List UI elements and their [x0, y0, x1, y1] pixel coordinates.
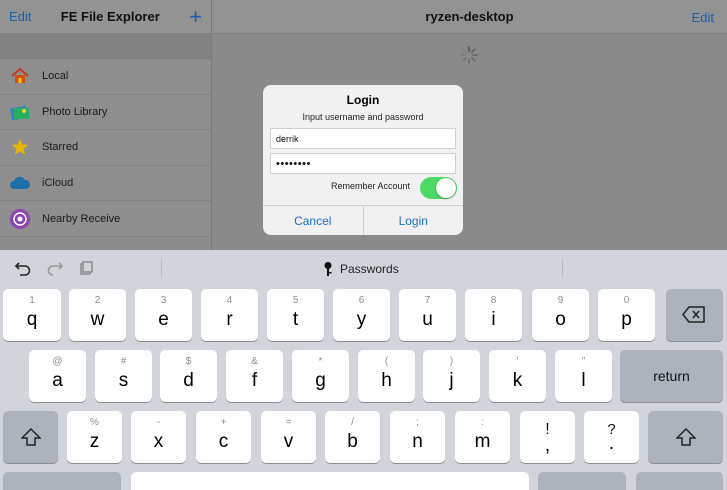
- star-icon: [9, 136, 31, 158]
- key-y[interactable]: 6y: [333, 289, 390, 341]
- numbers-key[interactable]: [3, 472, 121, 490]
- cancel-button[interactable]: Cancel: [263, 206, 364, 235]
- photo-library-icon: [9, 101, 31, 123]
- login-dialog: Login Input username and password derrik…: [263, 85, 463, 235]
- key-d[interactable]: $ d: [160, 350, 217, 402]
- key-o[interactable]: 9o: [532, 289, 589, 341]
- sidebar-item-label: Starred: [42, 141, 79, 154]
- hide-keyboard-key[interactable]: [636, 472, 723, 490]
- sidebar-item-local[interactable]: Local: [0, 59, 211, 95]
- keyboard-shortcut-bar: Passwords: [0, 250, 727, 286]
- key-icon: [324, 262, 332, 276]
- key-u[interactable]: 7u: [399, 289, 456, 341]
- return-label: return: [653, 368, 690, 384]
- key-z[interactable]: % z: [67, 411, 122, 463]
- key-p[interactable]: 0p: [598, 289, 655, 341]
- key-h[interactable]: (h: [358, 350, 415, 402]
- space-key[interactable]: [131, 472, 529, 490]
- backspace-icon: [682, 306, 705, 323]
- sidebar-item-label: Nearby Receive: [42, 212, 121, 225]
- toggle-knob: [436, 178, 456, 198]
- dialog-buttons: Cancel Login: [263, 205, 463, 235]
- numbers-key-right[interactable]: [538, 472, 626, 490]
- keyboard: Passwords 1q 2w 3e 4r 5t 6y 7u 8i 9o 0p …: [0, 250, 727, 490]
- key-e[interactable]: 3e: [135, 289, 192, 341]
- main-header: ryzen-desktop Edit: [212, 0, 727, 34]
- key-a[interactable]: @ a: [29, 350, 86, 402]
- app-title: FE File Explorer: [60, 9, 160, 24]
- key-comma[interactable]: !,: [520, 411, 575, 463]
- key-l[interactable]: " l: [555, 350, 612, 402]
- key-q[interactable]: 1q: [3, 289, 61, 341]
- redo-icon[interactable]: [46, 260, 64, 276]
- sidebar-item-nearby-receive[interactable]: Nearby Receive: [0, 201, 211, 237]
- dialog-message: Input username and password: [302, 112, 424, 122]
- backspace-key[interactable]: [666, 289, 723, 341]
- key-b[interactable]: / b: [325, 411, 380, 463]
- sidebar: Edit FE File Explorer + Local Photo Libr…: [0, 0, 212, 250]
- username-field[interactable]: derrik: [270, 128, 456, 149]
- key-s[interactable]: # s: [95, 350, 152, 402]
- passwords-button[interactable]: Passwords: [322, 261, 399, 277]
- key-t[interactable]: 5t: [267, 289, 324, 341]
- key-w[interactable]: 2w: [69, 289, 126, 341]
- key-j[interactable]: ) j: [423, 350, 480, 402]
- key-x[interactable]: -x: [131, 411, 186, 463]
- sidebar-item-label: Photo Library: [42, 105, 108, 118]
- undo-icon[interactable]: [14, 260, 32, 276]
- password-field[interactable]: ••••••••: [270, 153, 456, 174]
- key-c[interactable]: + c: [196, 411, 251, 463]
- shift-key-left[interactable]: [3, 411, 58, 463]
- cloud-icon: [9, 172, 31, 194]
- page-title: ryzen-desktop: [425, 9, 514, 24]
- add-button[interactable]: +: [189, 5, 202, 28]
- sidebar-item-photo-library[interactable]: Photo Library: [0, 94, 211, 131]
- key-f[interactable]: & f: [226, 350, 283, 402]
- key-v[interactable]: = v: [261, 411, 316, 463]
- sidebar-item-label: iCloud: [42, 177, 74, 190]
- key-r[interactable]: 4r: [201, 289, 258, 341]
- sidebar-item-icloud[interactable]: iCloud: [0, 165, 211, 202]
- paste-icon[interactable]: [78, 260, 94, 276]
- bar-divider: [161, 259, 162, 277]
- main-edit-button[interactable]: Edit: [692, 10, 714, 25]
- sidebar-item-starred[interactable]: Starred: [0, 130, 211, 166]
- key-i[interactable]: 8i: [465, 289, 522, 341]
- shift-icon: [676, 428, 696, 446]
- key-g[interactable]: * g: [292, 350, 349, 402]
- key-m[interactable]: :m: [455, 411, 510, 463]
- sidebar-item-label: Local: [42, 70, 69, 83]
- bar-divider: [562, 259, 563, 277]
- sidebar-header: Edit FE File Explorer +: [0, 0, 211, 34]
- key-period[interactable]: ?.: [584, 411, 639, 463]
- sidebar-edit-button[interactable]: Edit: [9, 9, 31, 24]
- return-key[interactable]: return: [620, 350, 723, 402]
- shift-key-right[interactable]: [648, 411, 723, 463]
- remember-account-toggle[interactable]: [420, 177, 457, 199]
- nearby-receive-icon: [9, 208, 31, 230]
- login-button[interactable]: Login: [364, 206, 464, 235]
- shift-icon: [21, 428, 41, 446]
- home-icon: [9, 65, 31, 87]
- sidebar-section-spacer: [0, 34, 211, 59]
- key-k[interactable]: ' k: [489, 350, 546, 402]
- loading-spinner-icon: [460, 46, 478, 64]
- dialog-title: Login: [346, 93, 380, 107]
- key-n[interactable]: ; n: [390, 411, 445, 463]
- passwords-label: Passwords: [340, 262, 399, 276]
- remember-account-label: Remember Account: [330, 181, 410, 191]
